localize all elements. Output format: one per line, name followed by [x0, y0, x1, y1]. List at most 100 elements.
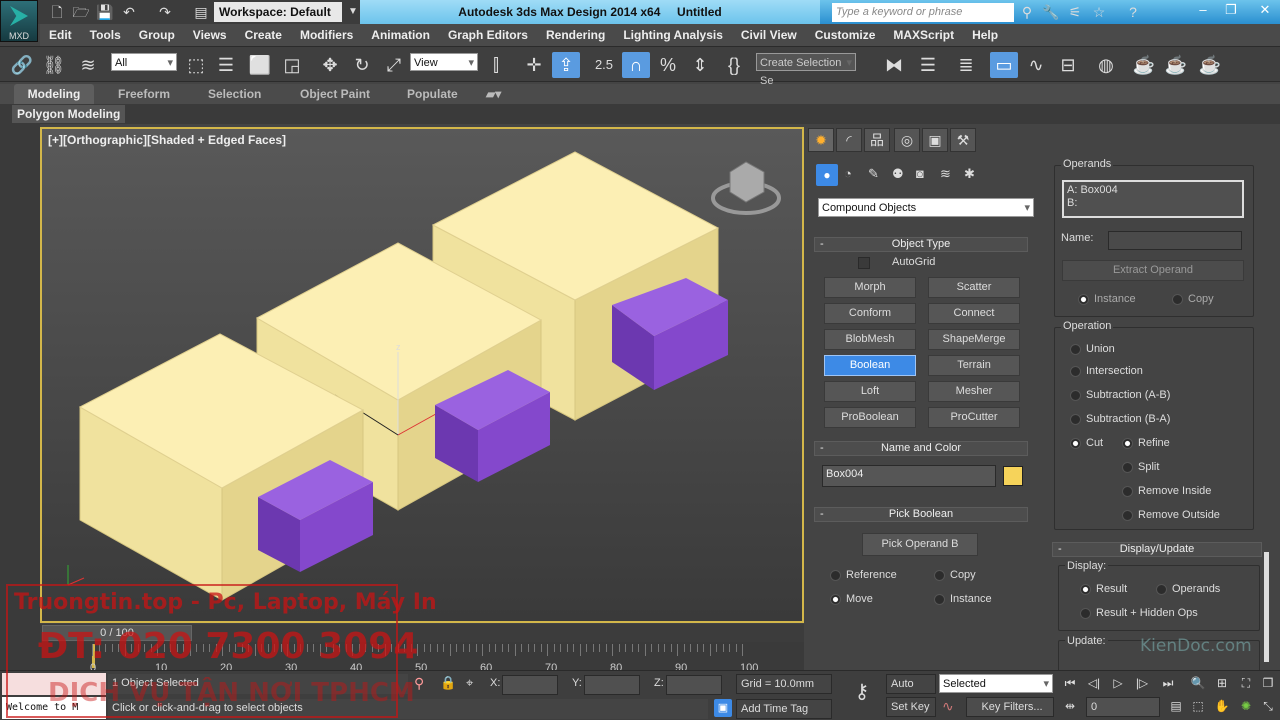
display-tab-icon[interactable]: ▣: [922, 128, 948, 152]
time-slider[interactable]: 0 / 100: [40, 624, 804, 642]
spinner-snap-icon[interactable]: ⇕: [686, 52, 714, 78]
angle-snap-icon[interactable]: ∩: [622, 52, 650, 78]
object-type-rollout-header[interactable]: - Object Type: [814, 237, 1028, 252]
remove-inside-radio[interactable]: Remove Inside: [1118, 483, 1211, 499]
select-object-icon[interactable]: ⬚: [182, 52, 210, 78]
zoom-all-icon[interactable]: ⊞: [1212, 674, 1232, 692]
reference-coordinate-dropdown[interactable]: View: [410, 53, 478, 72]
percent-snap-icon[interactable]: %: [654, 52, 682, 78]
helpers-icon[interactable]: ◙: [916, 166, 924, 181]
current-frame-input[interactable]: 0: [1086, 697, 1160, 717]
operand-b[interactable]: B:: [1067, 197, 1239, 210]
set-keys-key-icon[interactable]: ⚷: [842, 679, 882, 715]
zoom-region-icon[interactable]: ⬚: [1188, 697, 1208, 715]
previous-frame-icon[interactable]: ◁|: [1084, 674, 1104, 692]
schematic-view-icon[interactable]: ⊟: [1054, 52, 1082, 78]
shapes-icon[interactable]: ◔: [844, 166, 852, 181]
snaps-toggle-icon[interactable]: 2.5: [590, 52, 618, 78]
split-radio[interactable]: Split: [1118, 459, 1159, 475]
mirror-icon[interactable]: ⧓: [880, 52, 908, 78]
menu-create[interactable]: Create: [236, 24, 291, 46]
menu-modifiers[interactable]: Modifiers: [291, 24, 362, 46]
category-dropdown[interactable]: Compound Objects: [818, 198, 1034, 217]
result-radio[interactable]: Result: [1076, 581, 1127, 597]
satellite-icon[interactable]: ⚟: [1066, 3, 1084, 21]
curve-editor-icon[interactable]: ∿: [1022, 52, 1050, 78]
viewcube-icon[interactable]: [711, 161, 781, 215]
menu-help[interactable]: Help: [963, 24, 1007, 46]
cameras-icon[interactable]: ⚉: [892, 166, 904, 182]
instance-radio[interactable]: Instance: [930, 591, 992, 607]
systems-icon[interactable]: ✱: [964, 166, 975, 182]
next-frame-icon[interactable]: |▷: [1132, 674, 1152, 692]
key-mode-dropdown[interactable]: Selected: [939, 674, 1053, 693]
redo-icon[interactable]: ↷: [156, 3, 174, 21]
modify-tab-icon[interactable]: ◜: [836, 128, 862, 152]
zoom-extents-all-icon[interactable]: ❒: [1258, 674, 1278, 692]
x-coordinate-input[interactable]: [502, 675, 558, 695]
tab-populate[interactable]: Populate: [407, 84, 458, 104]
display-update-rollout-header[interactable]: - Display/Update: [1052, 542, 1262, 557]
play-icon[interactable]: ▷: [1108, 674, 1128, 692]
move-icon[interactable]: ✥: [316, 52, 344, 78]
extract-operand-button[interactable]: Extract Operand: [1062, 260, 1244, 281]
help-icon[interactable]: ?: [1124, 3, 1142, 21]
time-slider-thumb[interactable]: 0 / 100: [42, 625, 192, 641]
window-crossing-icon[interactable]: ◲: [278, 52, 306, 78]
viewport-orthographic[interactable]: [+][Orthographic][Shaded + Edged Faces] …: [40, 127, 804, 623]
select-by-name-icon[interactable]: ☰: [212, 52, 240, 78]
loft-button[interactable]: Loft: [824, 381, 916, 402]
keyboard-shortcut-override-icon[interactable]: ⇪: [552, 52, 580, 78]
app-menu-button[interactable]: MXD: [0, 0, 38, 42]
menu-maxscript[interactable]: MAXScript: [884, 24, 963, 46]
material-editor-icon[interactable]: ◍: [1092, 52, 1120, 78]
edit-named-selection-icon[interactable]: {}: [720, 52, 748, 78]
copy-radio[interactable]: Copy: [930, 567, 976, 583]
pick-operand-b-button[interactable]: Pick Operand B: [862, 533, 978, 556]
reference-radio[interactable]: Reference: [826, 567, 897, 583]
maxscript-listener-top[interactable]: [2, 673, 106, 695]
operands-list[interactable]: A: Box004 B:: [1062, 180, 1244, 218]
y-coordinate-input[interactable]: [584, 675, 640, 695]
space-warps-icon[interactable]: ≋: [940, 166, 951, 182]
menu-civil-view[interactable]: Civil View: [732, 24, 806, 46]
hierarchy-tab-icon[interactable]: 品: [864, 128, 890, 152]
conform-button[interactable]: Conform: [824, 303, 916, 324]
go-to-start-icon[interactable]: ⏮: [1060, 674, 1080, 692]
key-filters-button[interactable]: Key Filters...: [966, 697, 1054, 717]
terrain-button[interactable]: Terrain: [928, 355, 1020, 376]
key-mode-toggle-icon[interactable]: ⇹: [1060, 697, 1080, 715]
scale-icon[interactable]: ⤢: [380, 52, 408, 78]
name-color-rollout-header[interactable]: - Name and Color: [814, 441, 1028, 456]
menu-views[interactable]: Views: [184, 24, 236, 46]
maxscript-listener[interactable]: Welcome to M: [2, 697, 106, 719]
default-tangent-icon[interactable]: ∿: [942, 698, 954, 715]
selection-filter-dropdown[interactable]: All: [111, 53, 177, 72]
unlink-icon[interactable]: ⛓: [40, 52, 68, 78]
add-time-tag-button[interactable]: Add Time Tag: [736, 699, 832, 719]
blobmesh-button[interactable]: BlobMesh: [824, 329, 916, 350]
render-setup-icon[interactable]: ☕: [1130, 52, 1158, 78]
pivot-center-icon[interactable]: ⫿: [482, 52, 510, 78]
menu-graph-editors[interactable]: Graph Editors: [439, 24, 537, 46]
copy-radio[interactable]: Copy: [1168, 291, 1214, 307]
new-file-icon[interactable]: 🗋: [48, 3, 66, 21]
scatter-button[interactable]: Scatter: [928, 277, 1020, 298]
set-key-button[interactable]: Set Key: [886, 697, 936, 717]
star-icon[interactable]: ☆: [1090, 3, 1108, 21]
time-tag-icon[interactable]: ▣: [714, 699, 732, 717]
move-radio[interactable]: Move: [826, 591, 873, 607]
layer-manager-icon[interactable]: ≣: [952, 52, 980, 78]
procutter-button[interactable]: ProCutter: [928, 407, 1020, 428]
menu-group[interactable]: Group: [130, 24, 184, 46]
rotate-icon[interactable]: ↻: [348, 52, 376, 78]
track-bar[interactable]: 0 10 20 30 40 50 60 70 80 90 100: [40, 642, 804, 674]
binoculars-icon[interactable]: ⚲: [1018, 3, 1036, 21]
subtraction-ab-radio[interactable]: Subtraction (A-B): [1066, 387, 1170, 403]
menu-customize[interactable]: Customize: [806, 24, 885, 46]
morph-button[interactable]: Morph: [824, 277, 916, 298]
geometry-icon[interactable]: ●: [816, 164, 838, 186]
link-icon[interactable]: 🔗: [8, 52, 36, 78]
connect-button[interactable]: Connect: [928, 303, 1020, 324]
remove-outside-radio[interactable]: Remove Outside: [1118, 507, 1220, 523]
